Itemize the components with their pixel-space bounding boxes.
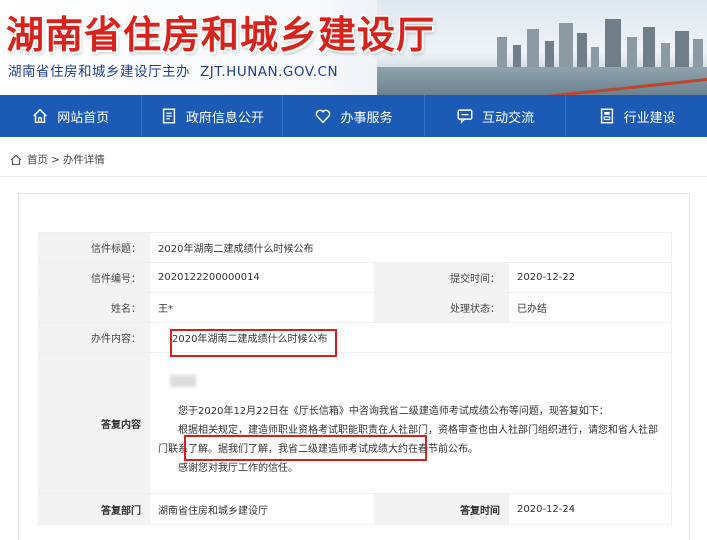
site-title[interactable]: 湖南省住房和城乡建设厅: [6, 4, 435, 59]
letter-number-value: 2020122200000014: [149, 262, 375, 293]
letter-title-label: 信件标题：: [38, 232, 150, 263]
reply-dept-label: 答复部门: [38, 493, 150, 525]
building-icon: [600, 108, 613, 124]
header-banner: 湖南省住房和城乡建设厅 湖南省住房和城乡建设厅主办 ZJT.HUNAN.GOV.C…: [0, 0, 707, 95]
name-label: 姓名：: [38, 292, 150, 323]
reply-time-value: 2020-12-24: [508, 493, 672, 525]
table-row: 信件标题： 2020年湖南二建成绩什么时候公布: [38, 232, 672, 263]
site-subtitle: 湖南省住房和城乡建设厅主办 ZJT.HUNAN.GOV.CN: [8, 60, 338, 80]
table-row: 答复部门 湖南省住房和城乡建设厅 答复时间 2020-12-24: [38, 493, 672, 525]
nav-item-home[interactable]: 网站首页: [0, 95, 142, 137]
home-icon: [10, 154, 22, 165]
content-value: 2020年湖南二建成绩什么时候公布: [149, 322, 672, 353]
nav-label: 互动交流: [482, 110, 535, 126]
nav-label: 网站首页: [57, 110, 110, 126]
breadcrumb-separator: >: [51, 153, 60, 166]
nav-item-interaction[interactable]: 互动交流: [425, 95, 567, 137]
nav-item-gov-info[interactable]: 政府信息公开: [142, 95, 284, 137]
reply-dept-value: 湖南省住房和城乡建设厅: [149, 493, 375, 525]
heart-icon: [316, 109, 331, 124]
table-row: 答复内容 您于2020年12月22日在《厅长信箱》中咨询我省二级建造师考试成绩公…: [38, 352, 672, 494]
chat-icon: [457, 109, 473, 124]
table-row: 信件编号： 2020122200000014 提交时间： 2020-12-22: [38, 262, 672, 293]
content-label: 办件内容：: [38, 322, 150, 353]
nav-item-services[interactable]: 办事服务: [283, 95, 425, 137]
status-label: 处理状态：: [374, 292, 509, 323]
nav-label: 办事服务: [340, 110, 393, 126]
submit-time-value: 2020-12-22: [508, 262, 672, 293]
letter-title-value: 2020年湖南二建成绩什么时候公布: [149, 232, 672, 263]
breadcrumb: 首页 > 办件详情: [10, 152, 105, 167]
reply-content: 您于2020年12月22日在《厅长信箱》中咨询我省二级建造师考试成绩公布等问题，…: [149, 352, 672, 494]
breadcrumb-divider: [0, 176, 707, 177]
table-row: 办件内容： 2020年湖南二建成绩什么时候公布: [38, 322, 672, 353]
organizer-text: 湖南省住房和城乡建设厅主办: [8, 64, 190, 80]
submit-time-label: 提交时间：: [374, 262, 509, 293]
table-row: 姓名： 王* 处理状态： 已办结: [38, 292, 672, 323]
name-value: 王*: [149, 292, 375, 323]
nav-label: 政府信息公开: [185, 110, 264, 126]
breadcrumb-current: 办件详情: [62, 154, 105, 166]
nav-label: 行业建设: [623, 110, 676, 126]
document-icon: [162, 108, 175, 124]
reply-paragraph: 根据相关规定，建造师职业资格考试职能职责在人社部门，资格审查也由人社部门组织进行…: [158, 424, 658, 455]
status-value: 已办结: [508, 292, 672, 323]
reply-time-label: 答复时间: [374, 493, 509, 525]
site-url[interactable]: ZJT.HUNAN.GOV.CN: [200, 64, 338, 80]
home-icon: [33, 108, 48, 124]
main-nav: 网站首页 政府信息公开 办事服务 互动交流 行业建设: [0, 95, 707, 137]
letter-number-label: 信件编号：: [38, 262, 150, 293]
reply-paragraph: 感谢您对我厅工作的信任。: [178, 462, 298, 474]
reply-paragraph: 您于2020年12月22日在《厅长信箱》中咨询我省二级建造师考试成绩公布等问题，…: [178, 405, 609, 417]
letter-detail-table: 信件标题： 2020年湖南二建成绩什么时候公布 信件编号： 2020122200…: [38, 232, 672, 525]
breadcrumb-home-link[interactable]: 首页: [27, 152, 48, 167]
reply-label: 答复内容: [38, 352, 150, 494]
nav-item-industry[interactable]: 行业建设: [566, 95, 707, 137]
redacted-name: [170, 374, 196, 387]
